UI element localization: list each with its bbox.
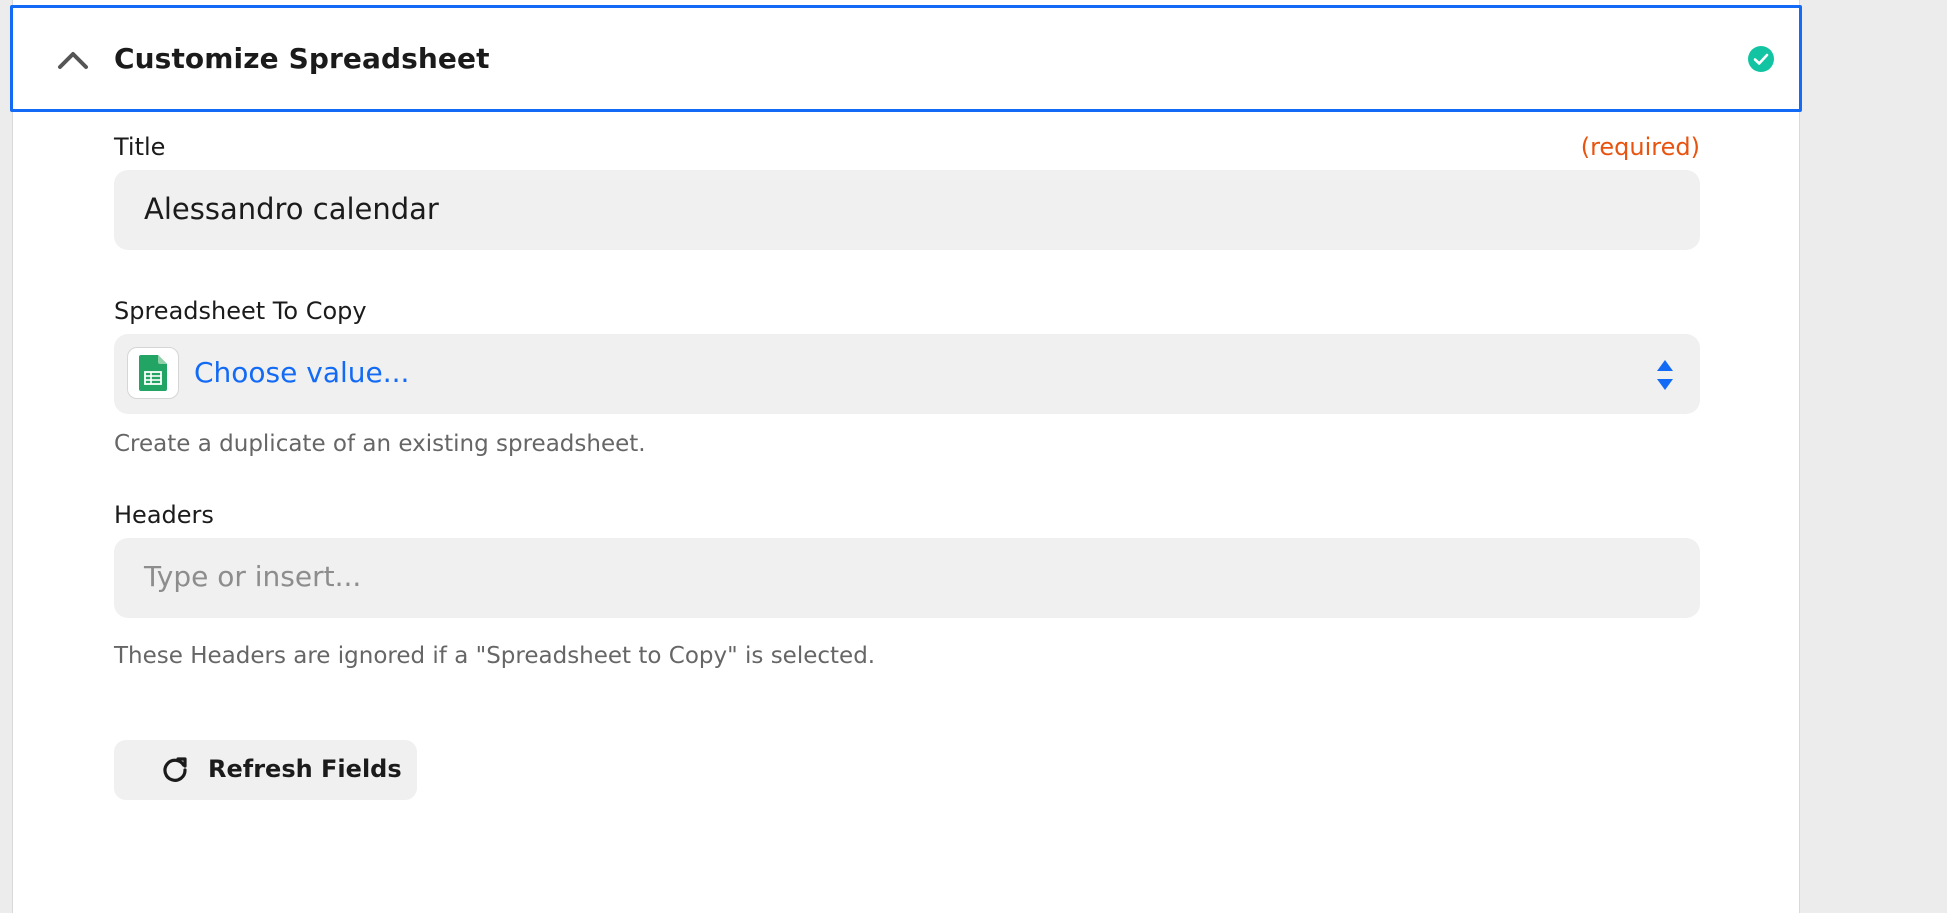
spreadsheet-to-copy-label: Spreadsheet To Copy — [114, 297, 367, 325]
headers-input[interactable]: Type or insert... — [114, 538, 1700, 618]
headers-placeholder: Type or insert... — [144, 560, 362, 593]
spreadsheet-to-copy-help: Create a duplicate of an existing spread… — [114, 431, 646, 457]
section-header[interactable]: Customize Spreadsheet — [10, 5, 1802, 112]
refresh-fields-button[interactable]: Refresh Fields — [114, 740, 417, 800]
refresh-fields-label: Refresh Fields — [208, 755, 402, 783]
headers-label: Headers — [114, 501, 214, 529]
title-label: Title — [114, 133, 166, 161]
spreadsheet-to-copy-select[interactable]: Choose value... — [114, 334, 1700, 414]
page: Customize Spreadsheet Title (required) A… — [0, 0, 1947, 913]
chevron-up-icon[interactable] — [51, 38, 95, 82]
headers-help: These Headers are ignored if a "Spreadsh… — [114, 643, 876, 669]
check-circle-icon — [1748, 46, 1774, 72]
title-input[interactable]: Alessandro calendar — [114, 170, 1700, 250]
required-indicator: (required) — [1580, 133, 1700, 161]
refresh-icon — [163, 757, 187, 782]
google-sheets-icon — [127, 347, 179, 399]
spreadsheet-to-copy-placeholder: Choose value... — [194, 356, 410, 389]
section-title: Customize Spreadsheet — [114, 42, 490, 75]
select-stepper-icon — [1657, 360, 1673, 390]
title-input-value: Alessandro calendar — [144, 192, 439, 226]
